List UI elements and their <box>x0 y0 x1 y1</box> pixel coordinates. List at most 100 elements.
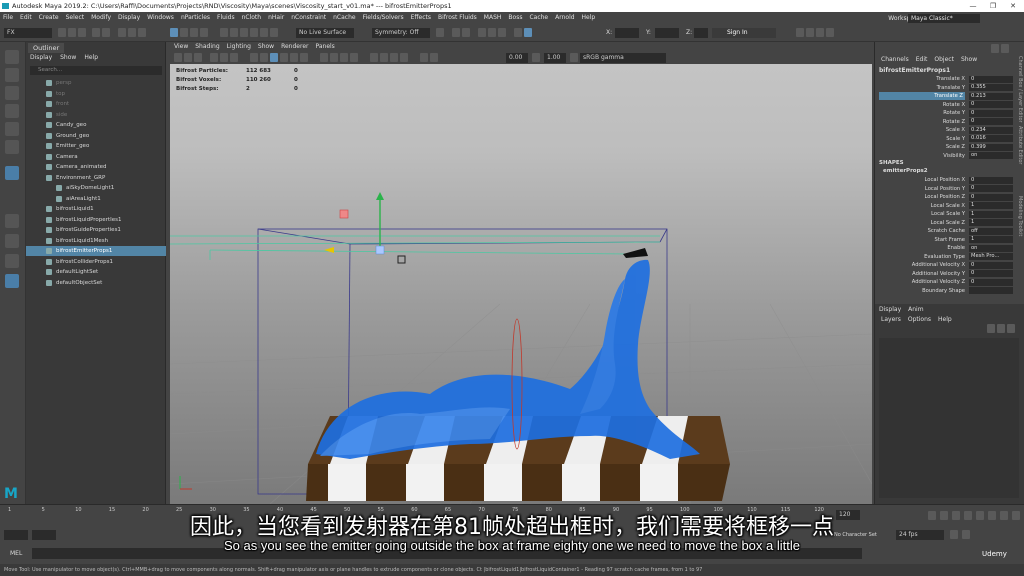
outliner-item[interactable]: Ground_geo <box>26 131 166 141</box>
outliner-item[interactable]: defaultLightSet <box>26 267 166 277</box>
scale-tool-icon[interactable] <box>5 140 19 154</box>
save-scene-icon[interactable] <box>78 28 86 37</box>
y-field[interactable] <box>655 28 679 38</box>
menu-item-arnold[interactable]: Arnold <box>555 14 574 21</box>
shadows-icon[interactable] <box>300 53 308 62</box>
channel-row[interactable]: Local Scale Z 1 <box>875 219 1024 227</box>
snap-grid-icon[interactable] <box>180 28 188 37</box>
outliner-item[interactable]: Candy_geo <box>26 120 166 130</box>
menu-item-nhair[interactable]: nHair <box>268 14 284 21</box>
menu-item-ncloth[interactable]: nCloth <box>242 14 262 21</box>
channel-box-icon[interactable] <box>826 28 834 37</box>
outliner-item[interactable]: aiSkyDomeLight1 <box>26 183 166 193</box>
channel-value[interactable]: 0 <box>969 270 1013 278</box>
channel-value[interactable]: 0.213 <box>969 92 1013 100</box>
channel-row[interactable]: Scratch Cache off <box>875 227 1024 235</box>
soft-select-icon[interactable] <box>436 28 444 37</box>
rotate-tool-icon[interactable] <box>5 122 19 136</box>
channel-row[interactable]: Start Frame 1 <box>875 236 1024 244</box>
layer-options-icon[interactable] <box>1007 324 1015 333</box>
grid-icon[interactable] <box>210 53 218 62</box>
wireframe-icon[interactable] <box>250 53 258 62</box>
dof-icon[interactable] <box>400 53 408 62</box>
tool-settings-icon[interactable] <box>816 28 824 37</box>
manipulator-x-arrow[interactable] <box>324 247 334 253</box>
minimize-icon[interactable]: — <box>966 0 980 12</box>
manipulator-y-arrow[interactable] <box>376 192 384 200</box>
outliner-item[interactable]: Camera <box>26 152 166 162</box>
channel-row[interactable]: Rotate Z 0 <box>875 118 1024 126</box>
channel-row[interactable]: Local Position Y 0 <box>875 185 1024 193</box>
persp-outliner-layout-icon[interactable] <box>5 254 19 268</box>
select-component-icon[interactable] <box>138 28 146 37</box>
channel-value[interactable]: 1 <box>969 202 1013 210</box>
selection-mask-icon[interactable] <box>170 28 178 37</box>
panel-menu-panels[interactable]: Panels <box>315 43 334 50</box>
menu-item-display[interactable]: Display <box>118 14 140 21</box>
outliner-layout-icon[interactable] <box>5 274 19 288</box>
outliner-item[interactable]: bifrostLiquidPropertIes1 <box>26 215 166 225</box>
last-tool-icon[interactable] <box>5 166 19 180</box>
channel-row[interactable]: Local Scale Y 1 <box>875 210 1024 218</box>
render-settings-icon[interactable] <box>240 28 248 37</box>
outliner-item[interactable]: bifrostColliderProps1 <box>26 257 166 267</box>
motion-blur-icon[interactable] <box>380 53 388 62</box>
side-tab-2[interactable]: Modeling Toolkit <box>1015 196 1023 236</box>
channel-value[interactable]: on <box>969 244 1013 252</box>
relative-mode-icon[interactable] <box>524 28 532 37</box>
menu-item-mash[interactable]: MASH <box>484 14 502 21</box>
channel-value[interactable]: 0 <box>969 193 1013 201</box>
select-tool-icon[interactable] <box>5 50 19 64</box>
workspace-dropdown[interactable]: Maya Classic* <box>908 14 980 23</box>
panel-menu-view[interactable]: View <box>174 43 188 50</box>
transform-mode-icon[interactable] <box>514 28 522 37</box>
channel-value[interactable] <box>969 287 1013 295</box>
channel-row[interactable]: Additional Velocity X 0 <box>875 261 1024 269</box>
smooth-shade-icon[interactable] <box>260 53 268 62</box>
lights-icon[interactable] <box>290 53 298 62</box>
panel-menu-show[interactable]: Show <box>258 43 274 50</box>
camera-select-icon[interactable] <box>174 53 182 62</box>
panel-menu-renderer[interactable]: Renderer <box>281 43 308 50</box>
channel-value[interactable]: 1 <box>969 236 1013 244</box>
channel-row[interactable]: Local Position Z0 <box>875 193 1024 201</box>
channel-value[interactable]: off <box>969 227 1013 235</box>
channel-row[interactable]: Local Scale X 1 <box>875 202 1024 210</box>
channel-row[interactable]: Enable on <box>875 244 1024 252</box>
manipulator-center[interactable] <box>375 245 385 255</box>
light-editor-icon[interactable] <box>270 28 278 37</box>
input-line-icon[interactable] <box>488 28 496 37</box>
resolution-gate-icon[interactable] <box>230 53 238 62</box>
channel-row[interactable]: Rotate X 0 <box>875 101 1024 109</box>
film-gate-icon[interactable] <box>220 53 228 62</box>
camera-attr-icon[interactable] <box>184 53 192 62</box>
exposure-icon[interactable] <box>430 53 438 62</box>
maximize-icon[interactable]: ❐ <box>986 0 1000 12</box>
render-icon[interactable] <box>220 28 228 37</box>
channel-mode-icon[interactable] <box>498 28 506 37</box>
gamma-icon[interactable] <box>532 53 540 62</box>
channel-row[interactable]: Translate Y 0.355 <box>875 84 1024 92</box>
outliner-item[interactable]: aiAreaLight1 <box>26 194 166 204</box>
channel-value[interactable]: 0 <box>969 75 1013 83</box>
side-tab-0[interactable]: Channel Box / Layer Editor <box>1015 56 1023 123</box>
channel-row[interactable]: Translate Z 0.213 <box>875 92 1024 101</box>
modeling-toolkit-icon[interactable] <box>796 28 804 37</box>
channel-value[interactable]: 0 <box>969 176 1013 184</box>
channel-value[interactable]: 0 <box>969 101 1013 109</box>
menu-item-ncache[interactable]: nCache <box>333 14 355 21</box>
menu-item-create[interactable]: Create <box>39 14 59 21</box>
channel-value[interactable]: 1 <box>969 219 1013 227</box>
redo-icon[interactable] <box>102 28 110 37</box>
channel-value[interactable]: 1 <box>969 210 1013 218</box>
menu-item-fluids[interactable]: Fluids <box>217 14 235 21</box>
channel-row[interactable]: Additional Velocity Y 0 <box>875 270 1024 278</box>
paint-select-icon[interactable] <box>5 86 19 100</box>
channel-value[interactable]: 0.355 <box>969 84 1013 92</box>
menu-item-bifrost-fluids[interactable]: Bifrost Fluids <box>438 14 477 21</box>
x-field[interactable] <box>615 28 639 38</box>
outliner-item[interactable]: Emitter_geo <box>26 141 166 151</box>
menu-item-nconstraint[interactable]: nConstraint <box>291 14 326 21</box>
channel-menu-object[interactable]: Object <box>934 56 954 63</box>
layer-menu-layers[interactable]: Layers <box>881 316 901 323</box>
